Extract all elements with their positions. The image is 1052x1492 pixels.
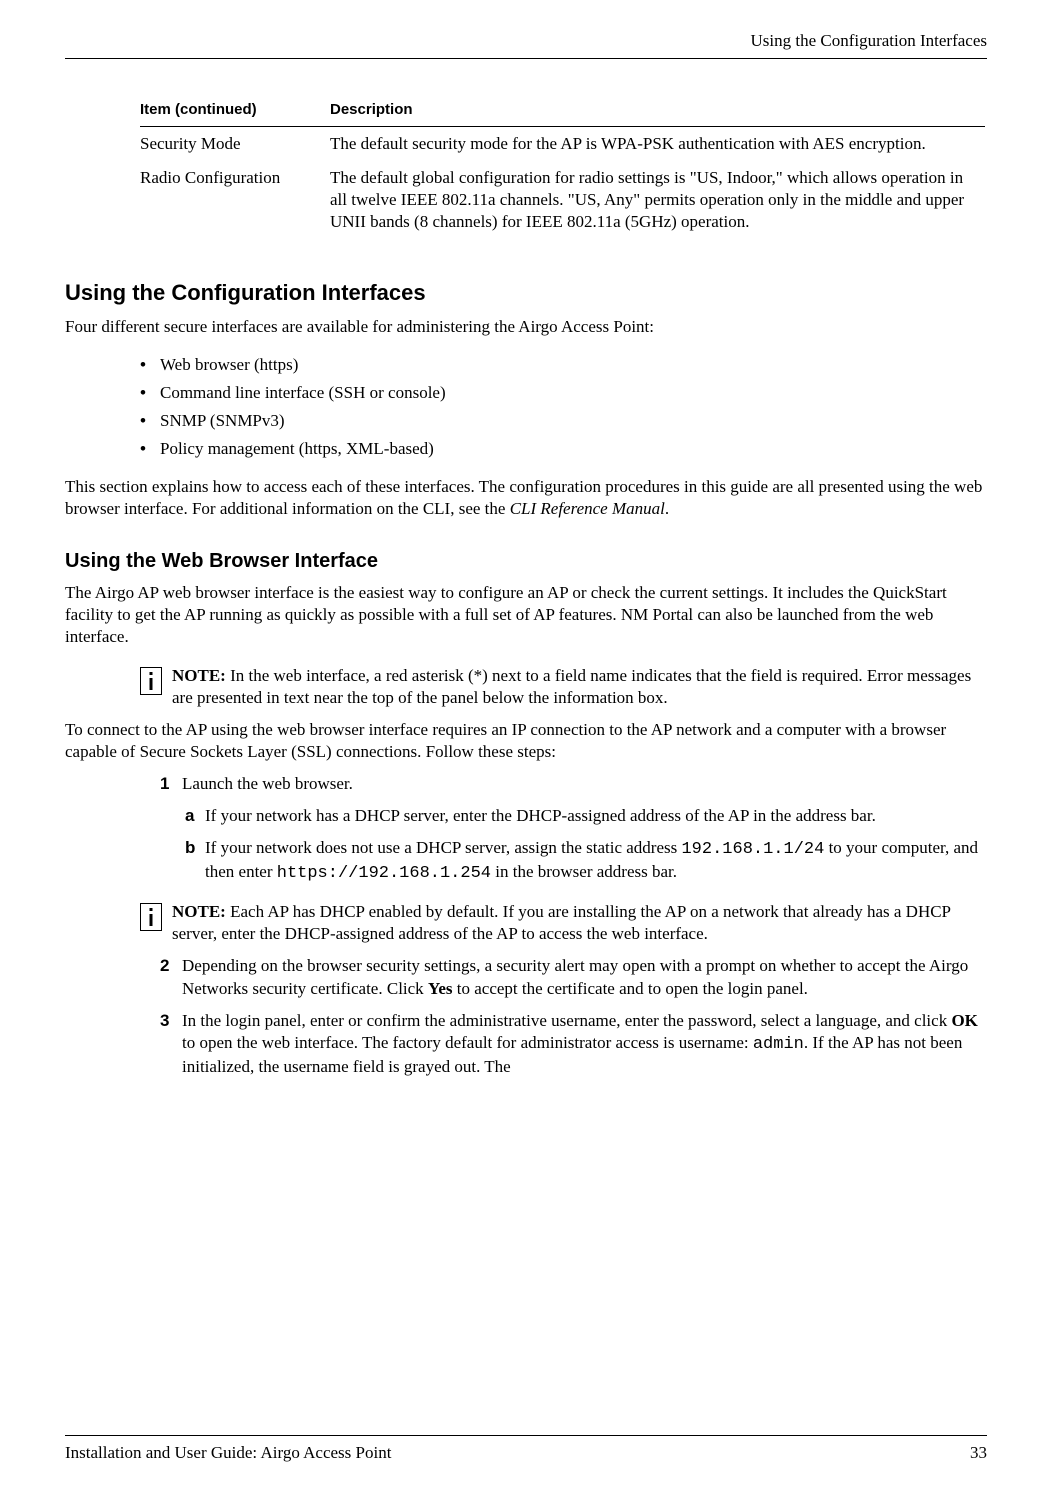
list-item: Command line interface (SSH or console) [160, 382, 987, 404]
info-icon [140, 903, 162, 931]
note-block: NOTE: Each AP has DHCP enabled by defaul… [140, 901, 987, 945]
cell-item: Radio Configuration [140, 161, 330, 239]
bold-span: Yes [428, 979, 453, 998]
table-row: Security Mode The default security mode … [140, 126, 985, 161]
header-divider [65, 58, 987, 59]
page-footer: Installation and User Guide: Airgo Acces… [65, 1435, 987, 1464]
step-text: Launch the web browser. [182, 773, 987, 795]
footer-divider [65, 1435, 987, 1436]
table-row: Radio Configuration The default global c… [140, 161, 985, 239]
list-item: SNMP (SNMPv3) [160, 410, 987, 432]
text-span: In the web interface, a red asterisk (*)… [172, 666, 971, 707]
text-span: . [665, 499, 669, 518]
running-header: Using the Configuration Interfaces [65, 30, 987, 58]
cell-description: The default global configuration for rad… [330, 161, 985, 239]
step-number: 2 [160, 955, 182, 999]
step-item: 1 Launch the web browser. [160, 773, 987, 795]
config-defaults-table: Item (continued) Description Security Mo… [140, 94, 985, 239]
substep-item: a If your network has a DHCP server, ent… [185, 805, 987, 827]
note-label: NOTE: [172, 902, 226, 921]
text-span: If your network does not use a DHCP serv… [205, 838, 681, 857]
table-header-item: Item (continued) [140, 94, 330, 126]
reference-title: CLI Reference Manual [510, 499, 665, 518]
cell-item: Security Mode [140, 126, 330, 161]
paragraph: The Airgo AP web browser interface is th… [65, 582, 987, 648]
info-icon [140, 667, 162, 695]
step-number: 1 [160, 773, 182, 795]
code-text: 192.168.1.1/24 [681, 840, 824, 859]
note-text: NOTE: In the web interface, a red asteri… [172, 665, 987, 709]
intro-paragraph: Four different secure interfaces are ava… [65, 316, 987, 338]
subsection-heading: Using the Web Browser Interface [65, 548, 987, 574]
substep-item: b If your network does not use a DHCP se… [185, 837, 987, 885]
text-span: in the browser address bar. [491, 862, 677, 881]
step-text: In the login panel, enter or confirm the… [182, 1010, 987, 1078]
step-text: Depending on the browser security settin… [182, 955, 987, 999]
list-item: Policy management (https, XML-based) [160, 438, 987, 460]
note-block: NOTE: In the web interface, a red asteri… [140, 665, 987, 709]
table-header-description: Description [330, 94, 985, 126]
code-text: admin [753, 1035, 804, 1054]
bold-span: OK [951, 1011, 977, 1030]
substep-text: If your network does not use a DHCP serv… [205, 837, 987, 885]
page-number: 33 [970, 1442, 987, 1464]
step-item: 3 In the login panel, enter or confirm t… [160, 1010, 987, 1078]
substep-letter: a [185, 805, 205, 827]
substep-letter: b [185, 837, 205, 885]
note-label: NOTE: [172, 666, 226, 685]
text-span: In the login panel, enter or confirm the… [182, 1011, 951, 1030]
paragraph: To connect to the AP using the web brows… [65, 719, 987, 763]
code-text: https://192.168.1.254 [277, 864, 491, 883]
footer-title: Installation and User Guide: Airgo Acces… [65, 1442, 391, 1464]
cell-description: The default security mode for the AP is … [330, 126, 985, 161]
text-span: Each AP has DHCP enabled by default. If … [172, 902, 950, 943]
paragraph: This section explains how to access each… [65, 476, 987, 520]
note-text: NOTE: Each AP has DHCP enabled by defaul… [172, 901, 987, 945]
interface-list: Web browser (https) Command line interfa… [160, 354, 987, 466]
section-heading: Using the Configuration Interfaces [65, 279, 987, 308]
list-item: Web browser (https) [160, 354, 987, 376]
text-span: to accept the certificate and to open th… [453, 979, 808, 998]
step-item: 2 Depending on the browser security sett… [160, 955, 987, 999]
substep-text: If your network has a DHCP server, enter… [205, 805, 987, 827]
text-span: to open the web interface. The factory d… [182, 1033, 753, 1052]
step-number: 3 [160, 1010, 182, 1078]
